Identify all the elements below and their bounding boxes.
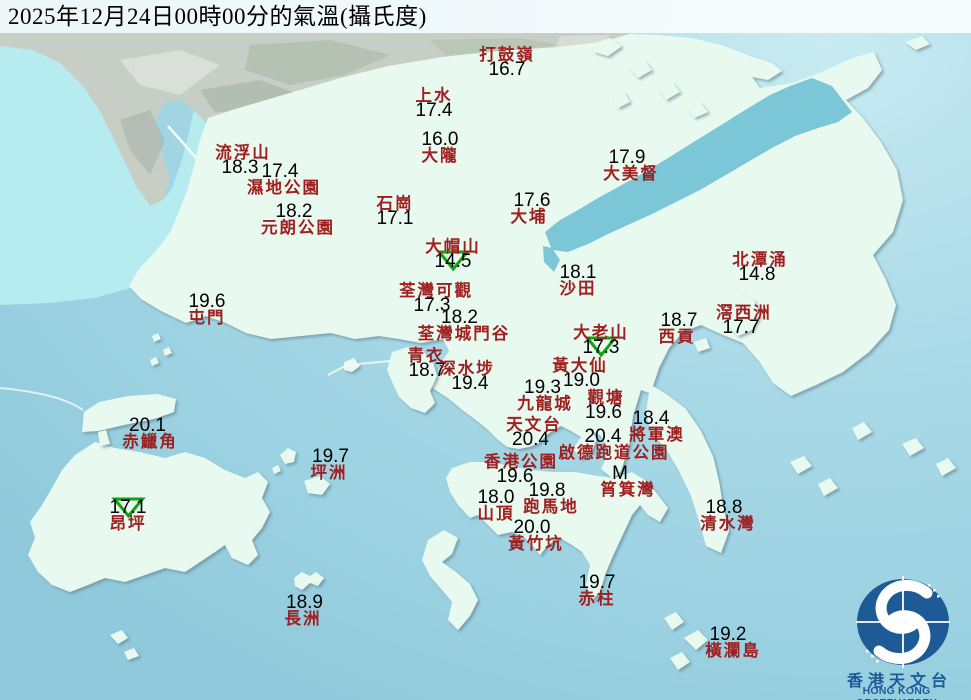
station-沙田: 18.1沙田 [560,265,597,296]
station-name: 啟德跑道公園 [559,445,670,460]
station-跑馬地: 19.8跑馬地 [523,483,579,514]
station-元朗公園: 18.2元朗公園 [261,204,335,235]
temperature-map: 打鼓嶺16.7上水17.416.0大隴流浮山18.317.4濕地公園17.9大美… [0,0,971,700]
station-name: 沙田 [560,281,597,296]
station-打鼓嶺: 打鼓嶺16.7 [479,47,535,78]
station-赤鱲角: 20.1赤鱲角 [122,418,178,449]
station-temperature: 17.1 [377,211,414,227]
station-昂坪: 17.1昂坪 [110,500,147,531]
station-赤柱: 19.7赤柱 [579,575,616,606]
station-name: 黃竹坑 [508,536,564,551]
station-name: 大埔 [508,209,551,224]
station-temperature: 17.7 [710,320,772,336]
station-temperature: 17.3 [573,340,629,356]
station-name: 橫瀾島 [705,643,761,658]
station-黃竹坑: 20.0黃竹坑 [508,520,564,551]
station-大老山: 大老山17.3 [573,325,629,356]
station-name: 赤柱 [579,591,616,606]
station-name: 大美督 [603,166,659,181]
station-啟德跑道公園: 20.4啟德跑道公園 [559,429,670,460]
station-temperature: 14.8 [726,267,788,283]
station-石崗: 石崗17.1 [377,196,414,227]
station-大帽山: 大帽山14.5 [425,239,481,270]
station-上水: 上水17.4 [416,88,453,119]
station-name: 長洲 [283,611,323,626]
station-坪洲: 19.7坪洲 [309,449,349,480]
station-name: 荃灣城門谷 [418,326,511,341]
station-荃灣城門谷: 18.2荃灣城門谷 [418,310,511,341]
station-大隴: 16.0大隴 [422,132,459,163]
stations-layer: 打鼓嶺16.7上水17.416.0大隴流浮山18.317.4濕地公園17.9大美… [0,0,971,700]
station-濕地公園: 17.4濕地公園 [247,164,321,195]
station-大埔: 17.6大埔 [508,193,551,224]
station-name: 坪洲 [309,465,349,480]
station-name: 筲箕灣 [600,482,656,497]
station-橫瀾島: 19.2橫瀾島 [705,627,761,658]
station-滘西洲: 滘西洲17.7 [716,305,772,336]
station-name: 濕地公園 [247,180,321,195]
station-大美督: 17.9大美督 [603,150,659,181]
station-長洲: 18.9長洲 [283,595,323,626]
hko-logo-english-text: HONG KONG OBSERVATORY [822,685,971,700]
station-北潭涌: 北潭涌14.8 [732,252,788,283]
station-temperature: 17.4 [416,103,453,119]
station-name: 元朗公園 [261,220,335,235]
title-bar: 2025年12月24日00時00分的氣溫(攝氏度) [0,0,971,33]
station-name: 跑馬地 [523,499,579,514]
page-title: 2025年12月24日00時00分的氣溫(攝氏度) [0,0,971,33]
station-temperature: 19.4 [445,376,495,392]
station-temperature: 16.7 [479,62,535,78]
station-name: 清水灣 [700,516,756,531]
station-name: 赤鱲角 [122,434,178,449]
station-九龍城: 19.3九龍城 [517,380,573,411]
station-山頂: 18.0山頂 [478,490,515,521]
station-屯門: 19.6屯門 [189,294,226,325]
station-西貢: 18.7西貢 [657,313,698,344]
station-name: 西貢 [657,329,698,344]
station-筲箕灣: M筲箕灣 [600,466,656,497]
station-name: 九龍城 [517,396,573,411]
station-name: 山頂 [478,506,515,521]
station-清水灣: 18.8清水灣 [700,500,756,531]
station-name: 屯門 [189,310,226,325]
station-深水埗: 深水埗19.4 [439,361,495,392]
station-name: 昂坪 [110,516,147,531]
station-name: 大隴 [422,148,459,163]
station-temperature: 14.5 [425,254,481,270]
